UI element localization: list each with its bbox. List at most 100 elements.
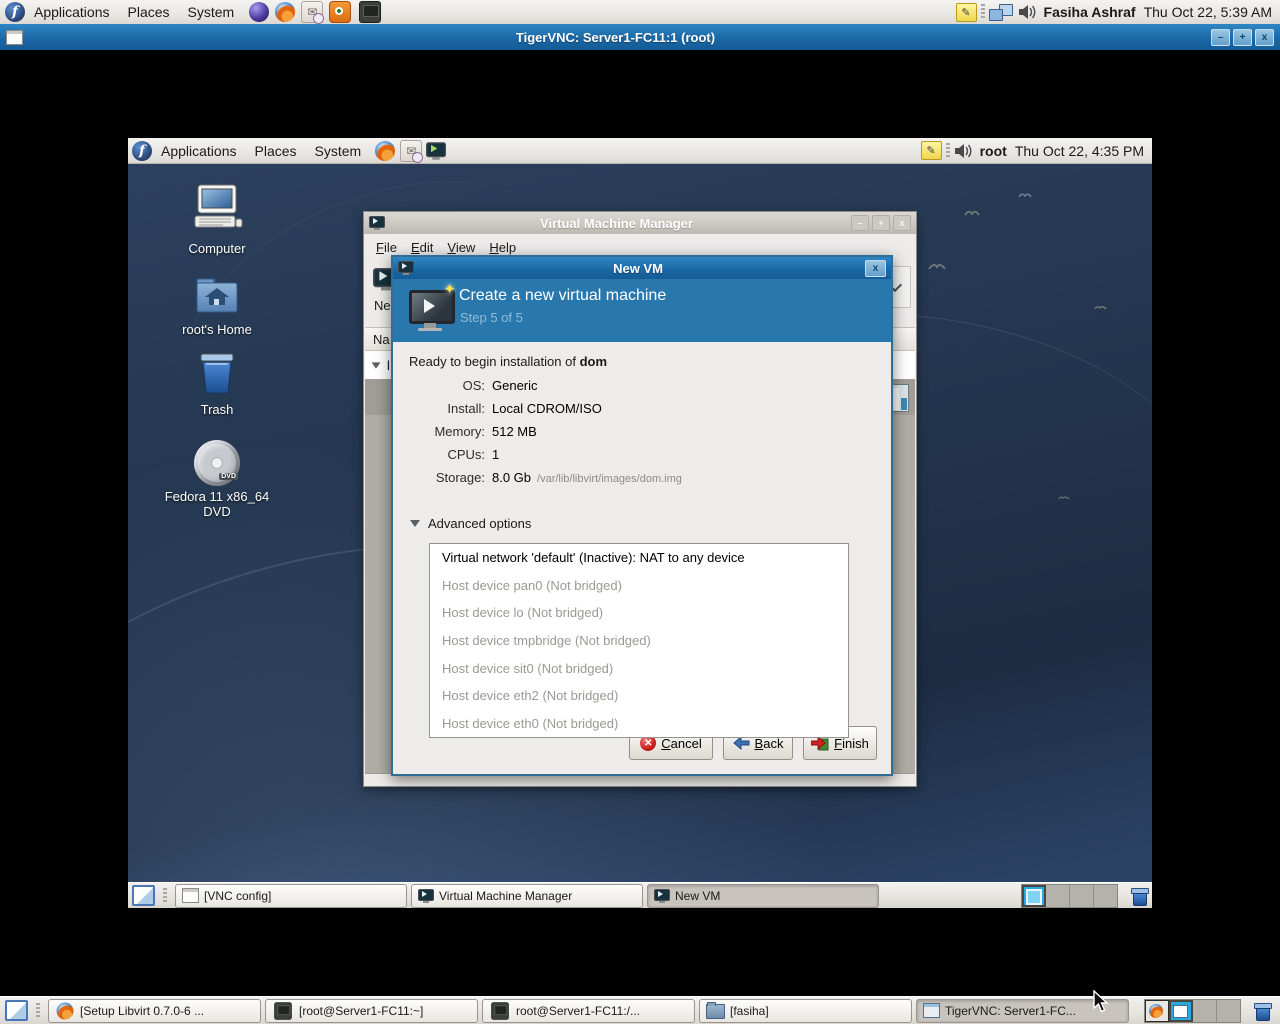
workspace-4[interactable] xyxy=(1094,885,1117,907)
firefox-icon[interactable] xyxy=(375,141,395,161)
dialog-window-icon xyxy=(398,261,414,275)
taskbar-window-new-vm[interactable]: New VM xyxy=(647,884,879,908)
terminal-icon xyxy=(274,1002,292,1020)
advanced-options-expander[interactable]: Advanced options xyxy=(410,516,531,531)
desktop-icon-computer[interactable]: Computer xyxy=(157,183,277,256)
menu-help[interactable]: Help xyxy=(489,240,516,255)
name-column-label: Na xyxy=(373,332,390,347)
tree-row-label: l xyxy=(387,358,390,373)
workspace-3[interactable] xyxy=(1070,885,1094,907)
host-top-panel: f Applications Places System ✉ ✎ Fasiha … xyxy=(0,0,1280,25)
vm-monitor-icon[interactable] xyxy=(426,142,446,160)
taskbar-window-fasiha[interactable]: [fasiha] xyxy=(699,999,912,1023)
taskbar-window-setup-libvirt[interactable]: [Setup Libvirt 0.7.0-6 ... xyxy=(48,999,261,1023)
new-vm-header-icon: ✦ xyxy=(407,286,453,332)
workspace-1[interactable] xyxy=(1145,1000,1169,1022)
display-icon[interactable] xyxy=(989,4,1013,21)
workspace-2[interactable] xyxy=(1169,1000,1193,1022)
header-title: Create a new virtual machine xyxy=(459,287,666,305)
network-option[interactable]: Host device pan0 (Not bridged) xyxy=(430,572,848,600)
desktop-icon-trash[interactable]: Trash xyxy=(157,350,277,417)
fedora-menu-icon[interactable]: f xyxy=(5,2,25,22)
desktop-icon-home[interactable]: root's Home xyxy=(157,270,277,337)
vmm-title: Virtual Machine Manager xyxy=(385,216,848,231)
volume-icon[interactable] xyxy=(954,143,974,159)
volume-icon[interactable] xyxy=(1018,4,1038,20)
toolbar-new-button[interactable]: Ne xyxy=(374,298,391,313)
panel-separator xyxy=(946,143,950,159)
network-option[interactable]: Host device eth2 (Not bridged) xyxy=(430,682,848,710)
eclipse-icon[interactable] xyxy=(249,2,269,22)
dialog-titlebar[interactable]: New VM x xyxy=(393,257,891,279)
menu-file[interactable]: File xyxy=(376,240,397,255)
selinux-note-icon[interactable]: ✎ xyxy=(956,3,977,22)
tigervnc-window-icon xyxy=(6,30,23,45)
menu-edit[interactable]: Edit xyxy=(411,240,433,255)
fedora-menu-icon[interactable]: f xyxy=(132,141,152,161)
taskbar-window-terminal-1[interactable]: [root@Server1-FC11:~] xyxy=(265,999,478,1023)
workspace-1[interactable] xyxy=(1022,885,1046,907)
desktop-icon-dvd[interactable]: DVD Fedora 11 x86_64DVD xyxy=(157,440,277,519)
evolution-icon[interactable]: ✉ xyxy=(400,140,422,162)
vmm-window-icon xyxy=(369,216,385,230)
taskbar-window-vmm[interactable]: Virtual Machine Manager xyxy=(411,884,643,908)
workspace-3[interactable] xyxy=(1193,1000,1217,1022)
host-menu-system[interactable]: System xyxy=(179,0,244,24)
network-option[interactable]: Host device sit0 (Not bridged) xyxy=(430,654,848,682)
taskbar-window-vnc-config[interactable]: [VNC config] xyxy=(175,884,407,908)
vm-sparkline xyxy=(891,384,909,412)
close-button[interactable]: x xyxy=(893,215,911,231)
network-option[interactable]: Host device tmpbridge (Not bridged) xyxy=(430,627,848,655)
vm-monitor-icon xyxy=(418,889,434,903)
menu-view[interactable]: View xyxy=(447,240,475,255)
maximize-button[interactable]: + xyxy=(872,215,890,231)
trash-applet-icon[interactable] xyxy=(1253,1002,1271,1020)
network-option[interactable]: Virtual network 'default' (Inactive): NA… xyxy=(430,544,848,572)
terminal-icon xyxy=(491,1002,509,1020)
home-folder-icon xyxy=(192,270,242,316)
computer-icon xyxy=(191,183,243,235)
show-desktop-icon[interactable] xyxy=(132,885,155,906)
remote-user-menu[interactable]: root xyxy=(980,143,1007,159)
taskbar-window-terminal-2[interactable]: root@Server1-FC11:/... xyxy=(482,999,695,1023)
tigervnc-titlebar[interactable]: TigerVNC: Server1-FC11:1 (root) – + x xyxy=(0,24,1280,50)
close-button[interactable]: x xyxy=(1255,29,1274,46)
window-icon xyxy=(182,888,199,903)
network-option[interactable]: Host device lo (Not bridged) xyxy=(430,599,848,627)
host-user-menu[interactable]: Fasiha Ashraf xyxy=(1044,4,1136,20)
new-vm-dialog[interactable]: New VM x ✦ Create a new virtual machine … xyxy=(391,255,893,776)
tigervnc-title: TigerVNC: Server1-FC11:1 (root) xyxy=(23,30,1208,45)
workspace-2[interactable] xyxy=(1046,885,1070,907)
remote-clock[interactable]: Thu Oct 22, 4:35 PM xyxy=(1015,143,1144,159)
expander-triangle-icon xyxy=(410,520,420,527)
browser-icon[interactable] xyxy=(329,1,351,23)
terminal-icon[interactable] xyxy=(359,1,381,23)
host-menu-places[interactable]: Places xyxy=(119,0,179,24)
selinux-note-icon[interactable]: ✎ xyxy=(921,141,942,160)
workspace-4[interactable] xyxy=(1217,1000,1240,1022)
network-option[interactable]: Host device eth0 (Not bridged) xyxy=(430,709,848,737)
summary-row-storage: Storage:8.0 Gb/var/lib/libvirt/images/do… xyxy=(407,470,682,485)
remote-menu-applications[interactable]: Applications xyxy=(152,138,246,163)
show-desktop-icon[interactable] xyxy=(5,1000,28,1021)
vmm-titlebar[interactable]: Virtual Machine Manager – + x xyxy=(364,212,916,234)
remote-menu-system[interactable]: System xyxy=(306,138,371,163)
close-button[interactable]: x xyxy=(865,260,886,277)
taskbar-separator xyxy=(163,888,167,904)
host-clock[interactable]: Thu Oct 22, 5:39 AM xyxy=(1144,4,1272,20)
trash-applet-icon[interactable] xyxy=(1130,887,1148,905)
minimize-button[interactable]: – xyxy=(851,215,869,231)
network-options-list[interactable]: Virtual network 'default' (Inactive): NA… xyxy=(429,543,849,738)
maximize-button[interactable]: + xyxy=(1233,29,1252,46)
minimize-button[interactable]: – xyxy=(1211,29,1230,46)
bird-decoration xyxy=(964,204,980,222)
header-step: Step 5 of 5 xyxy=(460,310,523,325)
remote-menu-places[interactable]: Places xyxy=(246,138,306,163)
host-menu-applications[interactable]: Applications xyxy=(25,0,119,24)
summary-row-os: OS:Generic xyxy=(407,378,538,393)
bird-decoration xyxy=(928,258,946,276)
expander-triangle-icon[interactable] xyxy=(372,362,381,368)
evolution-icon[interactable]: ✉ xyxy=(301,1,323,23)
remote-taskbar: [VNC config] Virtual Machine Manager New… xyxy=(128,882,1152,908)
firefox-icon[interactable] xyxy=(275,2,295,22)
